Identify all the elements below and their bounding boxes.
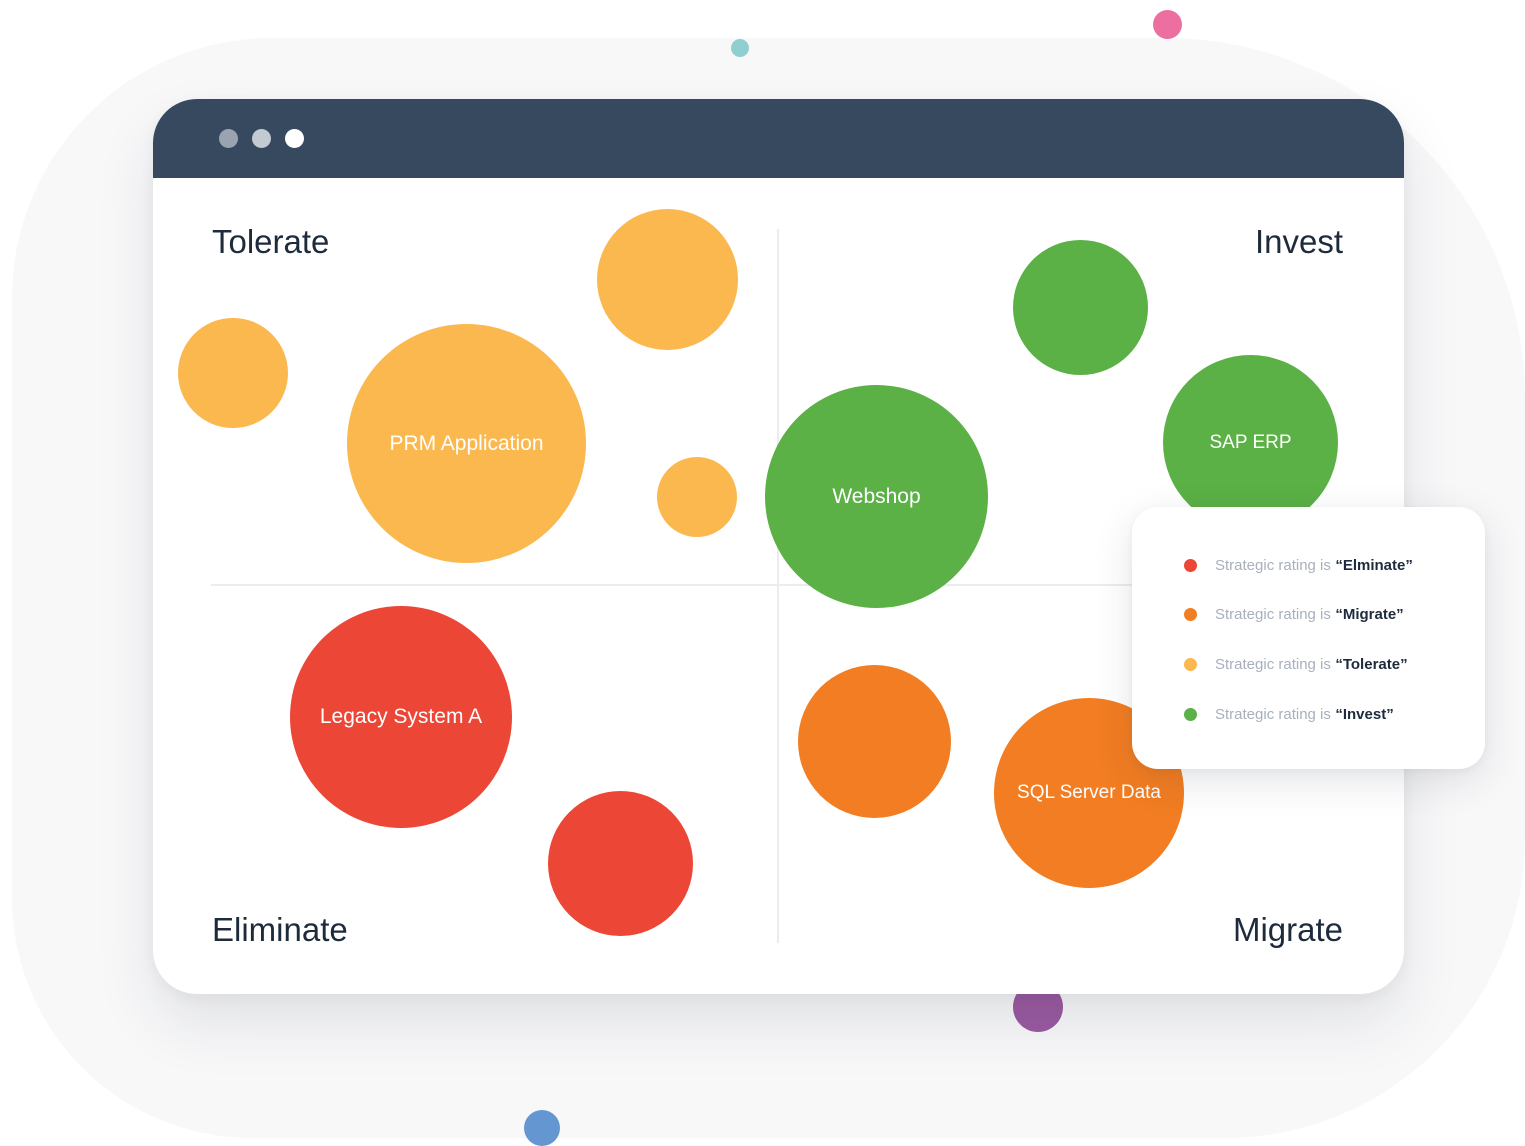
window-control-dot[interactable] <box>219 129 238 148</box>
bubble-sap-erp[interactable]: SAP ERP <box>1163 355 1338 530</box>
quadrant-label-eliminate: Eliminate <box>212 911 348 948</box>
decorative-dot-pink <box>1153 10 1182 39</box>
decorative-dot-teal <box>731 39 749 57</box>
vertical-divider <box>777 229 779 943</box>
window-control-dot[interactable] <box>252 129 271 148</box>
bubble-label: PRM Application <box>389 431 544 455</box>
bubble-legacy-system-a[interactable]: Legacy System A <box>290 606 512 828</box>
legend-item-migrate[interactable]: Strategic rating is “Migrate” <box>1184 604 1404 624</box>
legend-item-invest[interactable]: Strategic rating is “Invest” <box>1184 704 1394 724</box>
bubble-label: SAP ERP <box>1209 431 1292 453</box>
legend-item-tolerate[interactable]: Strategic rating is “Tolerate” <box>1184 654 1408 674</box>
bubble-label: Legacy System A <box>319 705 483 728</box>
window-control-dot[interactable] <box>285 129 304 148</box>
bubble-tolerate[interactable] <box>657 457 737 537</box>
quadrant-label-invest: Invest <box>1254 223 1343 260</box>
legend-panel: Strategic rating is “Elminate” Strategic… <box>1132 507 1485 769</box>
bubble-invest[interactable] <box>1013 240 1148 375</box>
legend-dot <box>1184 558 1197 572</box>
bubble-eliminate[interactable] <box>548 791 693 936</box>
legend-value: “Tolerate” <box>1335 655 1408 673</box>
bubble-webshop[interactable]: Webshop <box>765 385 988 608</box>
quadrant-label-tolerate: Tolerate <box>212 223 330 260</box>
bubble-label: Webshop <box>832 484 921 508</box>
bubble-tolerate[interactable] <box>597 209 738 350</box>
bubble-prm-application[interactable]: PRM Application <box>347 324 586 563</box>
legend-prefix: Strategic rating is <box>1215 605 1331 623</box>
quadrant-label-migrate: Migrate <box>1232 911 1343 948</box>
legend-item-eliminate[interactable]: Strategic rating is “Elminate” <box>1184 555 1413 575</box>
legend-dot <box>1184 607 1197 621</box>
legend-dot <box>1184 707 1197 721</box>
legend-prefix: Strategic rating is <box>1215 556 1331 574</box>
legend-prefix: Strategic rating is <box>1215 705 1331 723</box>
bubble-tolerate[interactable] <box>178 318 288 428</box>
legend-prefix: Strategic rating is <box>1215 655 1331 673</box>
legend-dot <box>1184 657 1197 671</box>
bubble-migrate[interactable] <box>798 665 951 818</box>
legend-value: “Elminate” <box>1335 556 1413 574</box>
legend-value: “Migrate” <box>1335 605 1404 623</box>
window-titlebar <box>153 99 1404 178</box>
legend-value: “Invest” <box>1335 705 1394 723</box>
bubble-label: SQL Server Data <box>1017 782 1161 803</box>
